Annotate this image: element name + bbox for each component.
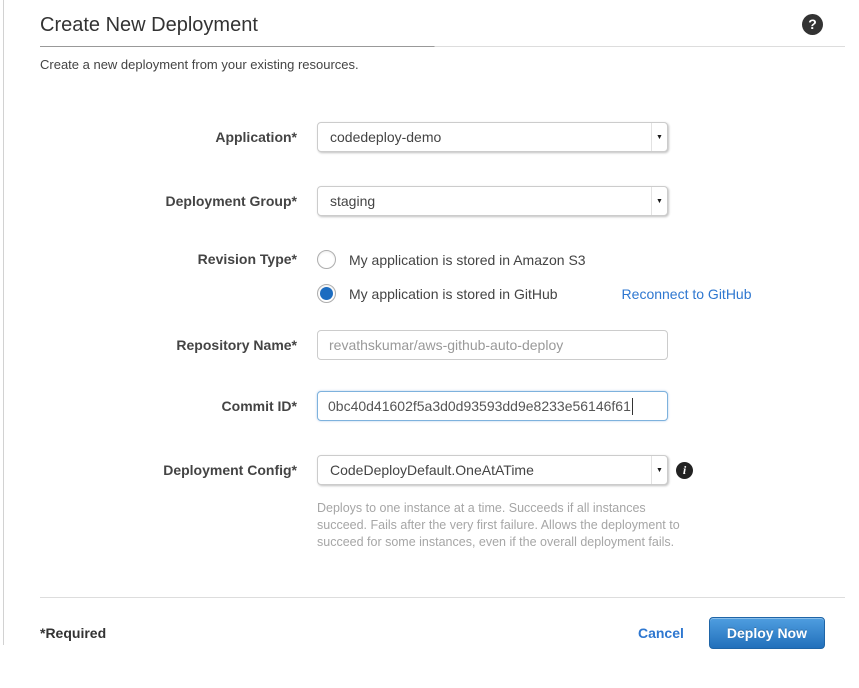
revision-option-github[interactable]: My application is stored in GitHub Recon… [317, 284, 752, 303]
deployment-group-select[interactable]: staging ▼ [317, 186, 668, 216]
repository-name-input[interactable] [317, 330, 668, 360]
revision-option-github-label: My application is stored in GitHub [349, 286, 558, 302]
application-label: Application* [40, 122, 317, 152]
chevron-down-icon: ▼ [651, 456, 667, 484]
repository-name-label: Repository Name* [40, 330, 317, 360]
deployment-config-row: Deployment Config* CodeDeployDefault.One… [40, 455, 845, 485]
deployment-config-select[interactable]: CodeDeployDefault.OneAtATime ▼ [317, 455, 668, 485]
panel-left-border [3, 0, 4, 645]
info-icon[interactable]: i [676, 462, 693, 479]
footer-actions: Cancel Deploy Now [638, 617, 825, 649]
page-title: Create New Deployment [40, 13, 258, 37]
footer-divider [40, 597, 845, 598]
page-header: Create New Deployment ? [40, 13, 845, 37]
commit-id-row: Commit ID* 0bc40d41602f5a3d0d93593dd9e82… [40, 391, 845, 421]
application-select[interactable]: codedeploy-demo ▼ [317, 122, 668, 152]
deployment-config-help-text: Deploys to one instance at a time. Succe… [317, 500, 683, 551]
deploy-now-button[interactable]: Deploy Now [709, 617, 825, 649]
footer: *Required Cancel Deploy Now [40, 617, 845, 649]
commit-id-label: Commit ID* [40, 391, 317, 421]
deployment-group-label: Deployment Group* [40, 186, 317, 216]
revision-type-label: Revision Type* [40, 250, 317, 269]
revision-option-s3[interactable]: My application is stored in Amazon S3 [317, 250, 752, 269]
chevron-down-icon: ▼ [651, 123, 667, 151]
radio-button-s3[interactable] [317, 250, 336, 269]
repository-name-row: Repository Name* [40, 330, 845, 360]
required-note: *Required [40, 625, 106, 641]
page-subtitle: Create a new deployment from your existi… [40, 57, 845, 72]
reconnect-github-link[interactable]: Reconnect to GitHub [622, 286, 752, 302]
revision-type-row: Revision Type* My application is stored … [40, 250, 845, 303]
revision-type-options: My application is stored in Amazon S3 My… [317, 250, 752, 303]
commit-id-input[interactable]: 0bc40d41602f5a3d0d93593dd9e8233e56146f61 [317, 391, 668, 421]
create-deployment-page: Create New Deployment ? Create a new dep… [0, 0, 859, 649]
application-row: Application* codedeploy-demo ▼ [40, 122, 845, 152]
commit-id-value: 0bc40d41602f5a3d0d93593dd9e8233e56146f61 [328, 398, 631, 414]
deployment-config-select-value: CodeDeployDefault.OneAtATime [318, 462, 651, 478]
deployment-group-select-value: staging [318, 193, 651, 209]
cancel-button[interactable]: Cancel [638, 625, 684, 641]
chevron-down-icon: ▼ [651, 187, 667, 215]
radio-button-github[interactable] [317, 284, 336, 303]
application-select-value: codedeploy-demo [318, 129, 651, 145]
help-icon[interactable]: ? [802, 14, 823, 35]
title-divider [40, 46, 845, 47]
deployment-group-row: Deployment Group* staging ▼ [40, 186, 845, 216]
text-cursor [632, 398, 633, 415]
deployment-config-label: Deployment Config* [40, 455, 317, 485]
deployment-form: Application* codedeploy-demo ▼ Deploymen… [40, 122, 845, 551]
revision-option-s3-label: My application is stored in Amazon S3 [349, 252, 586, 268]
